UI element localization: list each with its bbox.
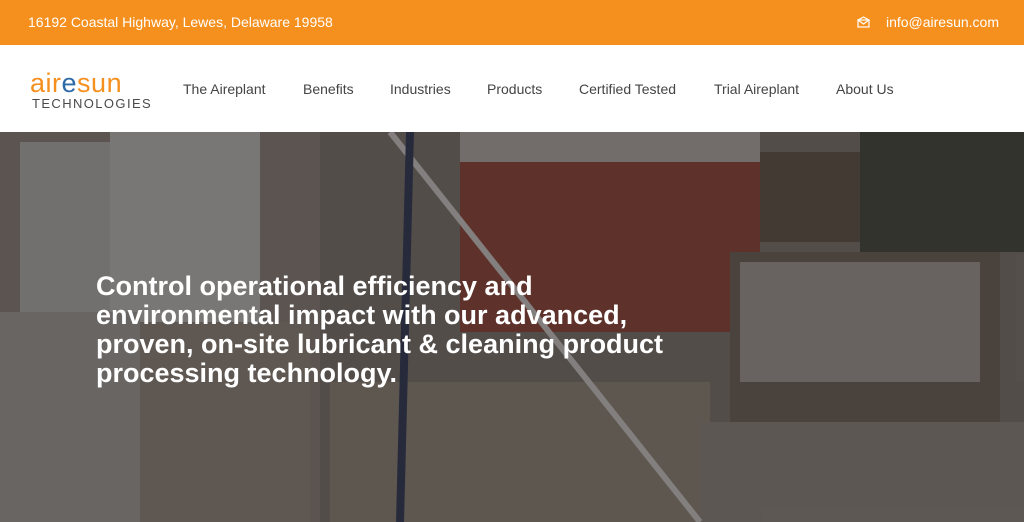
logo-word-e: e	[61, 68, 78, 98]
logo-subtitle: TECHNOLOGIES	[32, 96, 153, 111]
nav-item-trial-aireplant[interactable]: Trial Aireplant	[714, 81, 799, 97]
logo-wordmark: airesun	[30, 69, 122, 97]
nav-item-industries[interactable]: Industries	[390, 81, 451, 97]
logo-word-sun: sun	[77, 68, 123, 98]
envelope-icon	[856, 16, 870, 28]
hero-banner: Control operational efficiency and envir…	[0, 132, 1024, 522]
nav-item-about-us[interactable]: About Us	[836, 81, 894, 97]
top-contact-bar: 16192 Coastal Highway, Lewes, Delaware 1…	[0, 0, 1024, 45]
logo-word-air: air	[30, 68, 62, 98]
address-text: 16192 Coastal Highway, Lewes, Delaware 1…	[28, 14, 333, 30]
email-text[interactable]: info@airesun.com	[886, 14, 999, 30]
email-link[interactable]: info@airesun.com	[856, 14, 999, 30]
nav-item-benefits[interactable]: Benefits	[303, 81, 354, 97]
nav-item-products[interactable]: Products	[487, 81, 542, 97]
hero-headline: Control operational efficiency and envir…	[96, 271, 664, 388]
main-navigation: airesun TECHNOLOGIES The Aireplant Benef…	[0, 45, 1024, 132]
nav-item-certified-tested[interactable]: Certified Tested	[579, 81, 676, 97]
nav-item-the-aireplant[interactable]: The Aireplant	[183, 81, 266, 97]
airesun-logo[interactable]: airesun TECHNOLOGIES	[30, 69, 160, 119]
